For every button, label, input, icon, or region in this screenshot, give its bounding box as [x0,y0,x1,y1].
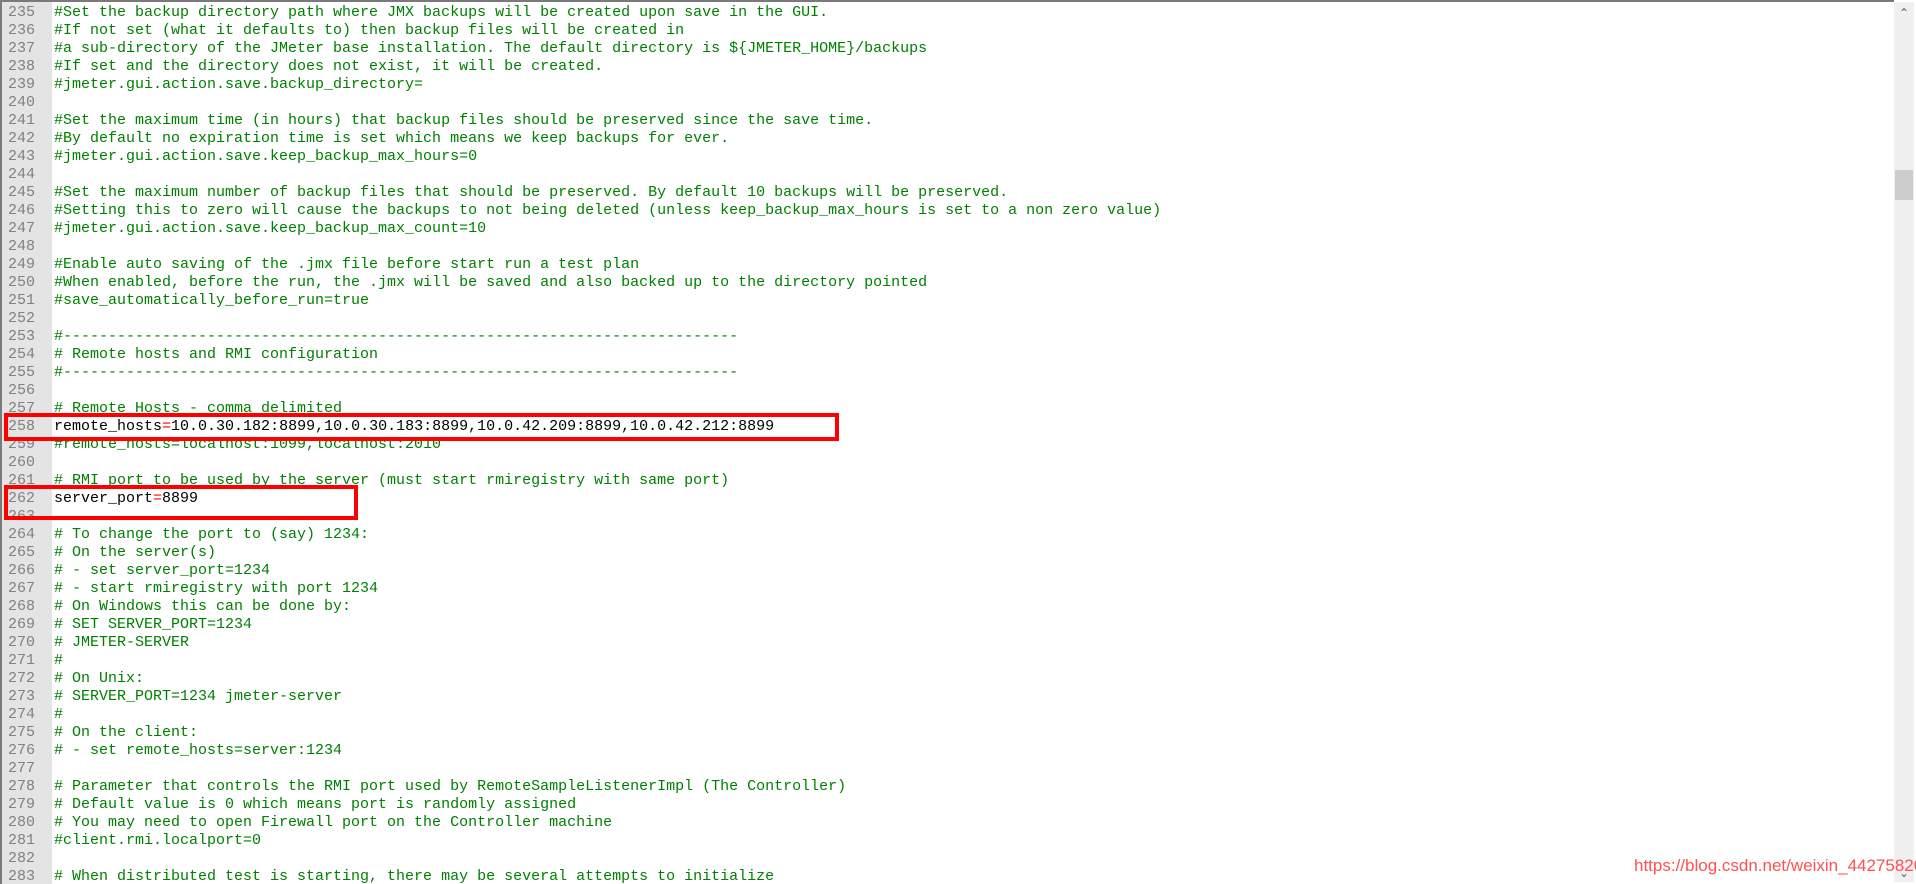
line-number: 280 [8,814,36,831]
comment-text: # On Windows this can be done by: [54,598,352,615]
comment-text: # [54,652,64,669]
line-number: 256 [8,382,36,399]
line-number: 276 [8,742,36,759]
line-number: 243 [8,148,36,165]
line-number: 269 [8,616,36,633]
comment-text: # SERVER_PORT=1234 jmeter-server [54,688,343,705]
comment-text: # Parameter that controls the RMI port u… [54,778,847,795]
comment-text: #---------------------------------------… [54,364,739,381]
comment-text: #jmeter.gui.action.save.keep_backup_max_… [54,148,478,165]
scrollbar-thumb[interactable] [1895,170,1913,200]
line-number: 271 [8,652,36,669]
comment-text: #Set the maximum time (in hours) that ba… [54,112,874,129]
line-number: 270 [8,634,36,651]
highlight-box-remote-hosts [4,413,839,441]
comment-text: #Setting this to zero will cause the bac… [54,202,1162,219]
line-number: 248 [8,238,36,255]
line-number: 266 [8,562,36,579]
line-number: 273 [8,688,36,705]
line-number: 265 [8,544,36,561]
line-number: 241 [8,112,36,129]
comment-text: #jmeter.gui.action.save.keep_backup_max_… [54,220,487,237]
watermark: https://blog.csdn.net/weixin_44275820 [1634,856,1916,875]
comment-text: #---------------------------------------… [54,328,739,345]
comment-text: #When enabled, before the run, the .jmx … [54,274,928,291]
comment-text: # - set server_port=1234 [54,562,271,579]
line-number: 272 [8,670,36,687]
line-number: 260 [8,454,36,471]
line-number: 283 [8,868,36,884]
comment-text: # On the client: [54,724,199,741]
highlight-box-server-port [4,485,358,520]
line-number: 281 [8,832,36,849]
line-number: 247 [8,220,36,237]
comment-text: #a sub-directory of the JMeter base inst… [54,40,928,57]
line-number: 251 [8,292,36,309]
text-editor[interactable]: 235 #Set the backup directory path where … [0,0,1894,884]
line-number: 242 [8,130,36,147]
comment-text: # - set remote_hosts=server:1234 [54,742,343,759]
comment-text: #By default no expiration time is set wh… [54,130,730,147]
line-number: 244 [8,166,36,183]
line-number: 277 [8,760,36,777]
line-number: 279 [8,796,36,813]
comment-text: #Enable auto saving of the .jmx file bef… [54,256,640,273]
comment-text: # When distributed test is starting, the… [54,868,775,884]
vertical-scrollbar[interactable]: ⌃ ⌄ [1894,2,1914,882]
line-number: 255 [8,364,36,381]
line-number: 239 [8,76,36,93]
line-number: 275 [8,724,36,741]
line-number: 274 [8,706,36,723]
comment-text: #jmeter.gui.action.save.backup_directory… [54,76,424,93]
line-number: 235 [8,4,36,21]
comment-text: # Default value is 0 which means port is… [54,796,577,813]
comment-text: #client.rmi.localport=0 [54,832,262,849]
comment-text: #If not set (what it defaults to) then b… [54,22,685,39]
comment-text: # - start rmiregistry with port 1234 [54,580,379,597]
comment-text: #Set the backup directory path where JMX… [54,4,829,21]
line-number: 278 [8,778,36,795]
line-number: 253 [8,328,36,345]
chevron-up-icon[interactable]: ⌃ [1894,4,1914,22]
line-number: 249 [8,256,36,273]
line-number: 238 [8,58,36,75]
comment-text: #Set the maximum number of backup files … [54,184,1009,201]
comment-text: # On the server(s) [54,544,217,561]
line-number: 237 [8,40,36,57]
comment-text: # Remote hosts and RMI configuration [54,346,379,363]
line-number: 264 [8,526,36,543]
line-number: 240 [8,94,36,111]
line-number: 282 [8,850,36,867]
comment-text: #If set and the directory does not exist… [54,58,604,75]
comment-text: # [54,706,64,723]
line-number: 254 [8,346,36,363]
line-number: 236 [8,22,36,39]
line-number: 252 [8,310,36,327]
comment-text: # SET SERVER_PORT=1234 [54,616,253,633]
comment-text: # On Unix: [54,670,145,687]
comment-text: #save_automatically_before_run=true [54,292,370,309]
comment-text: # You may need to open Firewall port on … [54,814,613,831]
line-number: 245 [8,184,36,201]
line-number: 246 [8,202,36,219]
line-number: 250 [8,274,36,291]
comment-text: # To change the port to (say) 1234: [54,526,370,543]
line-number: 268 [8,598,36,615]
line-number: 267 [8,580,36,597]
comment-text: # JMETER-SERVER [54,634,190,651]
